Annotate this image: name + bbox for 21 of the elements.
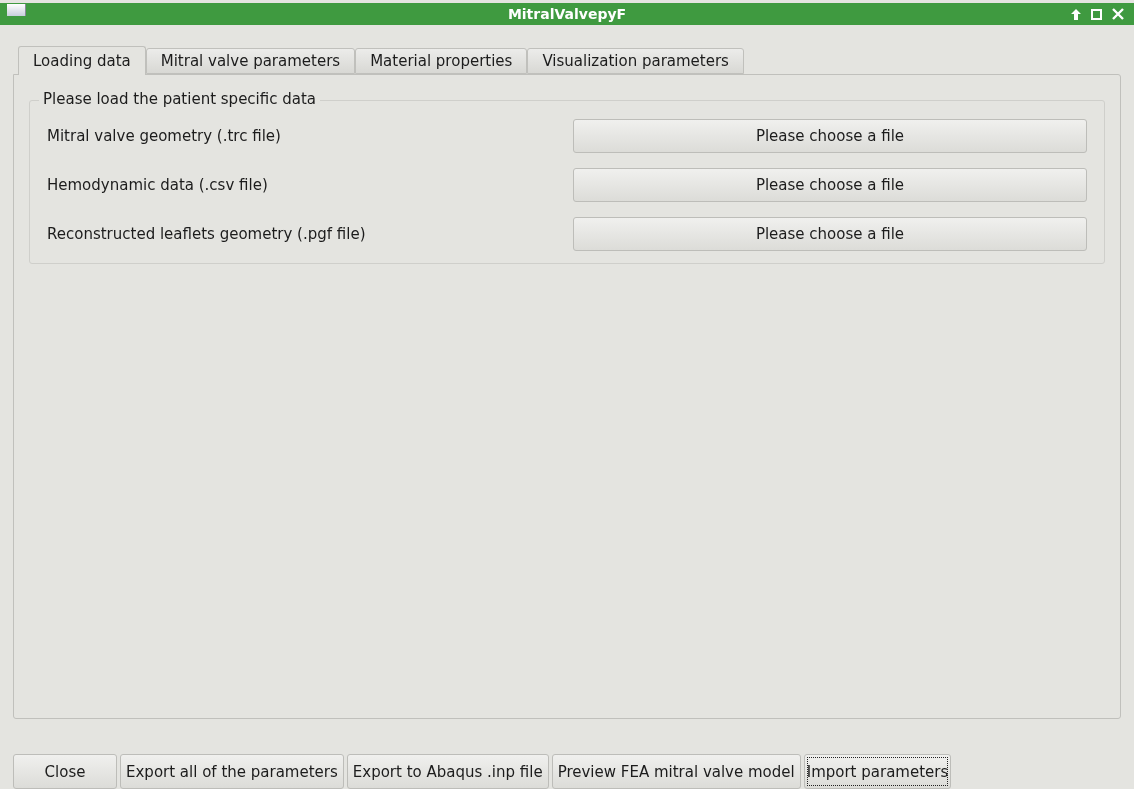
group-title: Please load the patient specific data <box>39 90 321 108</box>
tab[interactable]: Mitral valve parameters <box>145 48 356 74</box>
tab[interactable]: Material properties <box>355 48 528 74</box>
arrow-up-icon[interactable] <box>1071 8 1081 20</box>
action-button[interactable]: Export to Abaqus .inp file <box>346 754 549 789</box>
tab[interactable]: Visualization parameters <box>527 48 744 74</box>
field-label: Mitral valve geometry (.trc file) <box>47 127 281 145</box>
action-button[interactable]: Preview FEA mitral valve model <box>551 754 801 789</box>
window-title: MitralValvepyF <box>507 6 627 22</box>
action-button[interactable]: Export all of the parameters <box>120 754 344 789</box>
choose-file-button[interactable]: Please choose a file <box>573 119 1087 153</box>
field-label: Reconstructed leaflets geometry (.pgf file) <box>47 225 366 243</box>
maximize-icon[interactable] <box>1091 8 1102 20</box>
window-icon <box>7 4 26 16</box>
field-label: Hemodynamic data (.csv file) <box>47 176 268 194</box>
action-button[interactable]: Import parameters <box>803 754 952 789</box>
choose-file-button[interactable]: Please choose a file <box>573 168 1087 202</box>
choose-file-button[interactable]: Please choose a file <box>573 217 1087 251</box>
close-icon[interactable] <box>1112 8 1124 20</box>
tab[interactable]: Loading data <box>18 46 146 75</box>
action-button[interactable]: Close <box>13 754 117 789</box>
